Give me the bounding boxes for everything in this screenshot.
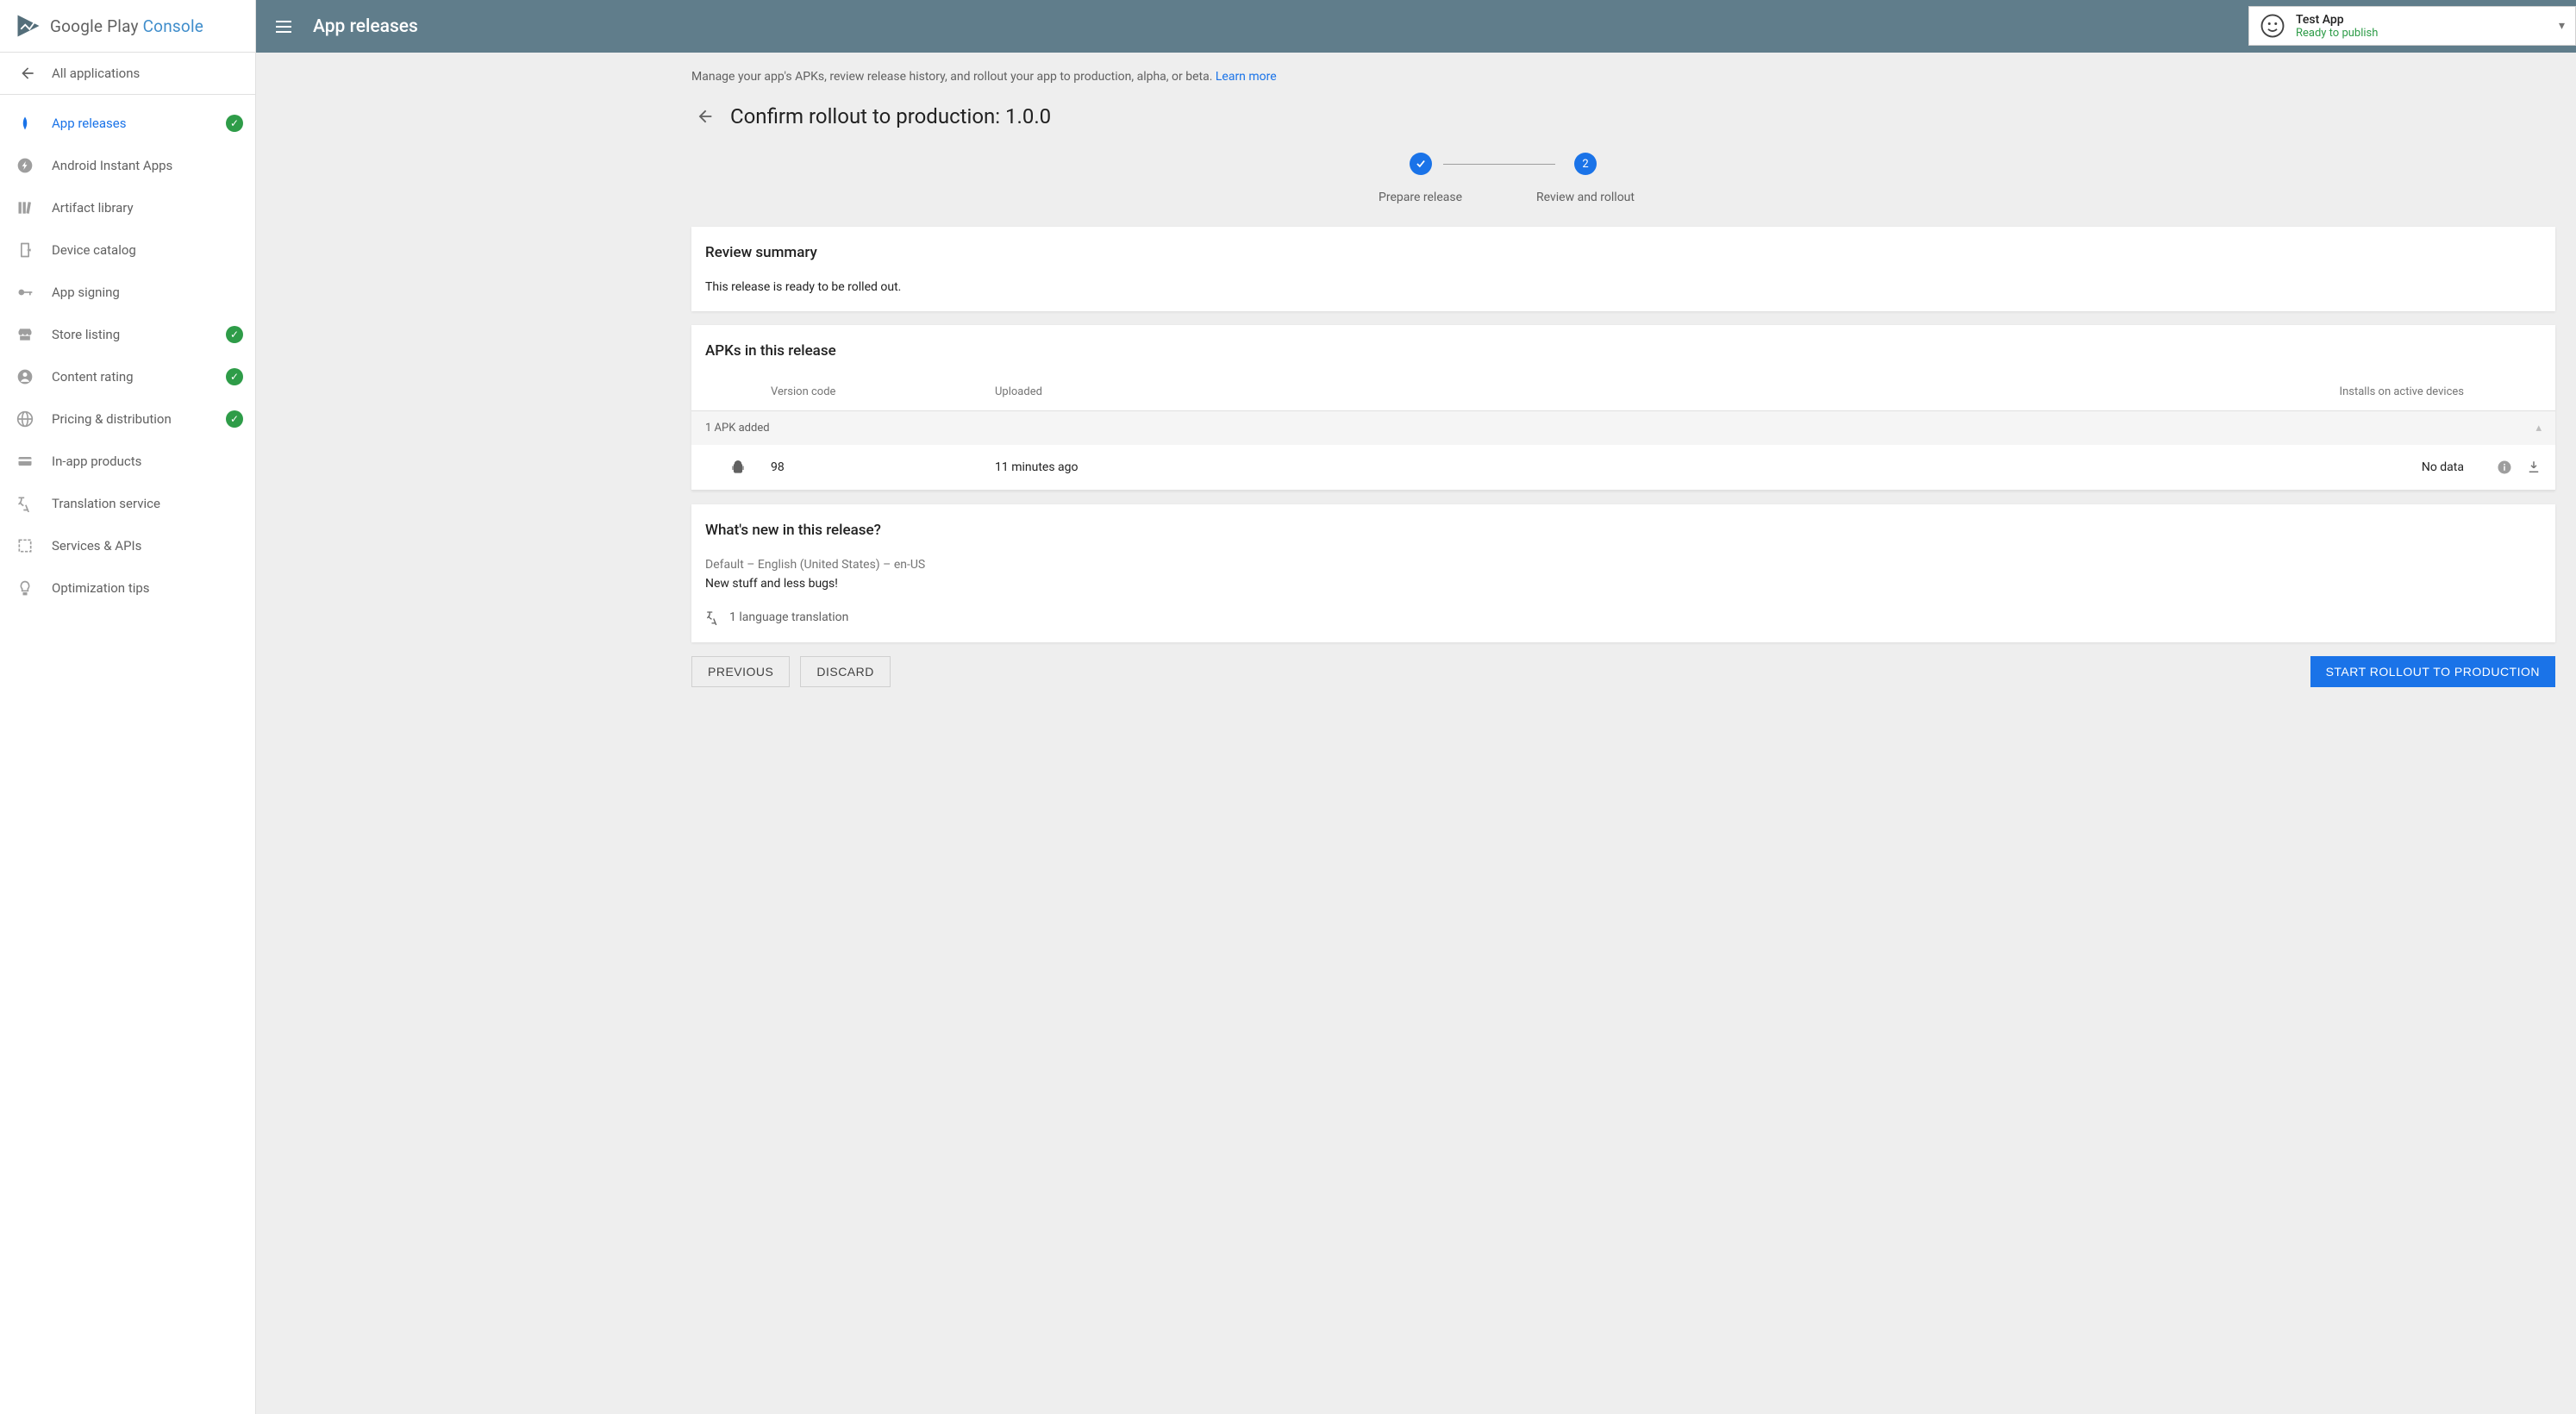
nav-label: App signing bbox=[52, 285, 243, 300]
translation-count: 1 language translation bbox=[729, 610, 848, 624]
nav-artifact-library[interactable]: Artifact library bbox=[0, 186, 255, 228]
nav-pricing-distribution[interactable]: Pricing & distribution ✓ bbox=[0, 397, 255, 440]
review-summary-body: This release is ready to be rolled out. bbox=[705, 280, 2542, 294]
topbar: App releases bbox=[256, 0, 2576, 53]
nav-label: App releases bbox=[52, 116, 209, 131]
switcher-app-name: Test App bbox=[2296, 13, 2548, 27]
sidebar: Google Play Console All applications App… bbox=[0, 0, 256, 1414]
topbar-title: App releases bbox=[313, 16, 418, 37]
nav: App releases ✓ Android Instant Apps Arti… bbox=[0, 95, 255, 609]
rating-icon bbox=[16, 368, 34, 385]
logo[interactable]: Google Play Console bbox=[0, 0, 255, 53]
col-uploaded: Uploaded bbox=[995, 385, 2266, 398]
collapse-up-icon: ▴ bbox=[2535, 422, 2542, 435]
arrow-back-icon bbox=[19, 65, 36, 82]
page-title: Confirm rollout to production: 1.0.0 bbox=[730, 104, 1051, 128]
info-icon[interactable] bbox=[2497, 460, 2512, 475]
nav-label: Device catalog bbox=[52, 242, 243, 258]
step-done-icon bbox=[1410, 153, 1432, 175]
intro-text: Manage your app's APKs, review release h… bbox=[256, 53, 2576, 94]
app-face-icon bbox=[2260, 13, 2285, 39]
discard-button[interactable]: DISCARD bbox=[800, 656, 891, 687]
bolt-icon bbox=[16, 157, 34, 174]
apk-group-label: 1 APK added bbox=[705, 422, 770, 435]
start-rollout-button[interactable]: START ROLLOUT TO PRODUCTION bbox=[2310, 656, 2555, 687]
step-label: Prepare release bbox=[1379, 191, 1462, 204]
nav-instant-apps[interactable]: Android Instant Apps bbox=[0, 144, 255, 186]
main: App releases Test App Ready to publish ▾… bbox=[256, 0, 2576, 1414]
all-applications-link[interactable]: All applications bbox=[0, 53, 255, 95]
step-connector bbox=[1443, 164, 1555, 165]
col-installs: Installs on active devices bbox=[2266, 385, 2464, 398]
nav-device-catalog[interactable]: Device catalog bbox=[0, 228, 255, 271]
apks-title: APKs in this release bbox=[705, 342, 2542, 360]
globe-icon bbox=[16, 410, 34, 428]
nav-label: Pricing & distribution bbox=[52, 411, 209, 427]
apk-row: 98 11 minutes ago No data bbox=[691, 445, 2555, 491]
step-number: 2 bbox=[1574, 153, 1597, 175]
rocket-icon bbox=[16, 115, 34, 132]
nav-label: Artifact library bbox=[52, 200, 243, 216]
apk-version-code: 98 bbox=[771, 460, 995, 474]
whats-new-language: Default – English (United States) – en-U… bbox=[705, 558, 2542, 572]
step-label: Review and rollout bbox=[1536, 191, 1635, 204]
apk-group-row[interactable]: 1 APK added ▴ bbox=[691, 411, 2555, 445]
nav-label: Android Instant Apps bbox=[52, 158, 243, 173]
device-icon bbox=[16, 241, 34, 259]
logo-text: Google Play Console bbox=[50, 16, 203, 36]
extension-icon bbox=[16, 537, 34, 554]
nav-label: Services & APIs bbox=[52, 538, 243, 554]
step-prepare-release[interactable]: Prepare release bbox=[1379, 153, 1462, 204]
step-review-rollout[interactable]: 2 Review and rollout bbox=[1536, 153, 1635, 204]
hamburger-menu-icon[interactable] bbox=[273, 16, 294, 37]
apk-installs: No data bbox=[2266, 460, 2464, 474]
nav-app-signing[interactable]: App signing bbox=[0, 271, 255, 313]
translate-icon bbox=[16, 495, 34, 512]
apk-uploaded: 11 minutes ago bbox=[995, 460, 2266, 474]
dropdown-caret-icon: ▾ bbox=[2559, 19, 2565, 33]
check-icon: ✓ bbox=[226, 410, 243, 428]
learn-more-link[interactable]: Learn more bbox=[1216, 70, 1277, 84]
key-icon bbox=[16, 284, 34, 301]
whats-new-title: What's new in this release? bbox=[705, 522, 2542, 539]
play-console-logo-icon bbox=[16, 13, 41, 39]
nav-label: Content rating bbox=[52, 369, 209, 385]
nav-optimization-tips[interactable]: Optimization tips bbox=[0, 566, 255, 609]
check-icon: ✓ bbox=[226, 368, 243, 385]
check-icon: ✓ bbox=[226, 115, 243, 132]
all-applications-label: All applications bbox=[52, 66, 140, 81]
nav-label: In-app products bbox=[52, 454, 243, 469]
nav-app-releases[interactable]: App releases ✓ bbox=[0, 102, 255, 144]
apks-card: APKs in this release Version code Upload… bbox=[691, 325, 2555, 491]
review-summary-title: Review summary bbox=[705, 244, 2542, 261]
nav-translation-service[interactable]: Translation service bbox=[0, 482, 255, 524]
nav-content-rating[interactable]: Content rating ✓ bbox=[0, 355, 255, 397]
nav-in-app-products[interactable]: In-app products bbox=[0, 440, 255, 482]
whats-new-body: New stuff and less bugs! bbox=[705, 577, 2542, 591]
action-buttons: PREVIOUS DISCARD START ROLLOUT TO PRODUC… bbox=[691, 656, 2555, 687]
android-icon bbox=[730, 459, 746, 476]
previous-button[interactable]: PREVIOUS bbox=[691, 656, 790, 687]
library-icon bbox=[16, 199, 34, 216]
bulb-icon bbox=[16, 579, 34, 597]
stepper: Prepare release 2 Review and rollout bbox=[437, 153, 2576, 204]
whats-new-card: What's new in this release? Default – En… bbox=[691, 504, 2555, 642]
nav-label: Translation service bbox=[52, 496, 243, 511]
switcher-app-status: Ready to publish bbox=[2296, 27, 2548, 40]
nav-label: Optimization tips bbox=[52, 580, 243, 596]
review-summary-card: Review summary This release is ready to … bbox=[691, 227, 2555, 311]
translate-icon bbox=[705, 610, 721, 625]
nav-store-listing[interactable]: Store listing ✓ bbox=[0, 313, 255, 355]
nav-services-apis[interactable]: Services & APIs bbox=[0, 524, 255, 566]
nav-label: Store listing bbox=[52, 327, 209, 342]
back-arrow-icon[interactable] bbox=[696, 107, 715, 126]
col-version-code: Version code bbox=[771, 385, 995, 398]
check-icon: ✓ bbox=[226, 326, 243, 343]
download-icon[interactable] bbox=[2526, 460, 2542, 475]
apks-table-header: Version code Uploaded Installs on active… bbox=[691, 377, 2555, 411]
language-translation-row[interactable]: 1 language translation bbox=[705, 610, 2542, 625]
card-icon bbox=[16, 453, 34, 470]
store-icon bbox=[16, 326, 34, 343]
app-switcher[interactable]: Test App Ready to publish ▾ bbox=[2248, 6, 2576, 46]
